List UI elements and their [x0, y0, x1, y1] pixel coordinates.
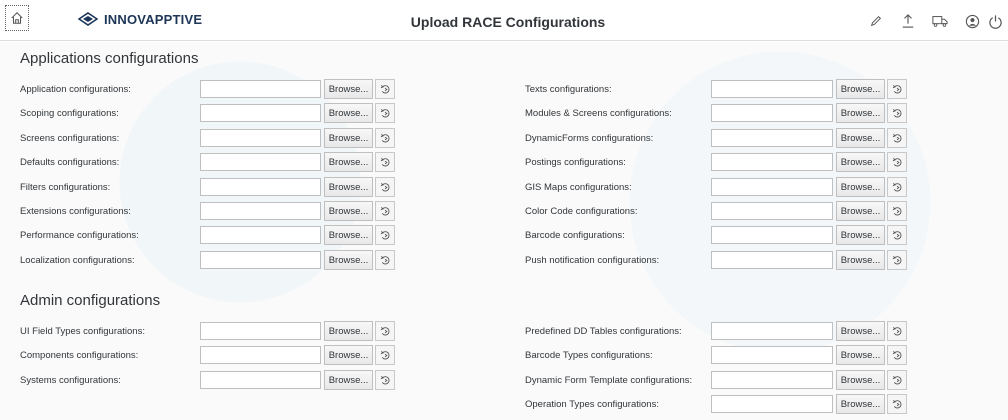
file-path-field[interactable]	[711, 129, 833, 147]
reset-button[interactable]	[887, 250, 907, 270]
file-path-field[interactable]	[711, 322, 833, 340]
file-path-field[interactable]	[711, 202, 833, 220]
reset-button[interactable]	[887, 345, 907, 365]
upload-row-postings-configurations: Browse...	[0, 152, 1008, 172]
reset-button[interactable]	[887, 128, 907, 148]
browse-button[interactable]: Browse...	[836, 394, 885, 414]
reset-icon	[892, 399, 901, 408]
upload-row-color-code-configurations: Browse...	[0, 201, 1008, 221]
browse-button[interactable]: Browse...	[836, 225, 885, 245]
reset-button[interactable]	[887, 152, 907, 172]
home-button[interactable]	[5, 5, 29, 31]
browse-button[interactable]: Browse...	[836, 345, 885, 365]
browse-button[interactable]: Browse...	[836, 250, 885, 270]
file-path-field[interactable]	[711, 395, 833, 413]
upload-row-operation-types-configurations: Browse...	[0, 394, 1008, 414]
file-path-field[interactable]	[711, 226, 833, 244]
content-area: Applications configurations Admin config…	[0, 42, 1008, 420]
reset-button[interactable]	[887, 201, 907, 221]
power-button[interactable]	[988, 8, 1008, 34]
upload-icon	[902, 14, 914, 28]
reset-icon	[892, 133, 901, 142]
logo-text: INNOVAPPTIVE	[104, 11, 203, 27]
power-icon	[989, 14, 1002, 29]
edit-button[interactable]	[860, 8, 892, 34]
reset-icon	[892, 255, 901, 264]
reset-button[interactable]	[887, 79, 907, 99]
upload-row-gis-maps-configurations: Browse...	[0, 177, 1008, 197]
file-path-field[interactable]	[711, 371, 833, 389]
section-title-applications: Applications configurations	[20, 50, 199, 67]
file-path-field[interactable]	[711, 80, 833, 98]
truck-icon	[932, 16, 948, 27]
upload-button[interactable]	[892, 8, 924, 34]
browse-button[interactable]: Browse...	[836, 128, 885, 148]
reset-button[interactable]	[887, 103, 907, 123]
reset-icon	[892, 108, 901, 117]
reset-icon	[892, 206, 901, 215]
reset-icon	[892, 157, 901, 166]
company-logo: INNOVAPPTIVE	[78, 9, 202, 29]
reset-icon	[892, 375, 901, 384]
user-button[interactable]	[956, 8, 988, 34]
reset-button[interactable]	[887, 225, 907, 245]
reset-icon	[892, 350, 901, 359]
browse-button[interactable]: Browse...	[836, 370, 885, 390]
edit-icon	[870, 15, 882, 27]
browse-button[interactable]: Browse...	[836, 103, 885, 123]
browse-button[interactable]: Browse...	[836, 321, 885, 341]
reset-icon	[892, 326, 901, 335]
truck-button[interactable]	[924, 8, 956, 34]
upload-row-dynamicforms-configurations: Browse...	[0, 128, 1008, 148]
file-path-field[interactable]	[711, 251, 833, 269]
shell-header: INNOVAPPTIVE Upload RACE Configurations	[0, 0, 1008, 41]
logo-mark-icon	[78, 12, 98, 26]
browse-button[interactable]: Browse...	[836, 177, 885, 197]
upload-row-dynamic-form-template-configurations: Browse...	[0, 370, 1008, 390]
reset-icon	[892, 182, 901, 191]
reset-button[interactable]	[887, 177, 907, 197]
upload-row-texts-configurations: Browse...	[0, 79, 1008, 99]
section-title-admin: Admin configurations	[20, 292, 161, 309]
browse-button[interactable]: Browse...	[836, 152, 885, 172]
reset-icon	[892, 84, 901, 93]
home-icon	[11, 12, 23, 24]
browse-button[interactable]: Browse...	[836, 201, 885, 221]
reset-button[interactable]	[887, 370, 907, 390]
header-actions	[860, 8, 1008, 34]
upload-row-predefined-dd-tables-configurations: Browse...	[0, 321, 1008, 341]
page-title-text: Upload RACE Configurations	[410, 14, 606, 30]
user-icon	[965, 14, 979, 28]
reset-icon	[892, 230, 901, 239]
file-path-field[interactable]	[711, 178, 833, 196]
browse-button[interactable]: Browse...	[836, 79, 885, 99]
upload-row-barcode-configurations: Browse...	[0, 225, 1008, 245]
reset-button[interactable]	[887, 394, 907, 414]
reset-button[interactable]	[887, 321, 907, 341]
file-path-field[interactable]	[711, 153, 833, 171]
upload-row-modules-screens-configurations: Browse...	[0, 103, 1008, 123]
file-path-field[interactable]	[711, 104, 833, 122]
upload-row-barcode-types-configurations: Browse...	[0, 345, 1008, 365]
file-path-field[interactable]	[711, 346, 833, 364]
upload-row-push-notification-configurations: Browse...	[0, 250, 1008, 270]
